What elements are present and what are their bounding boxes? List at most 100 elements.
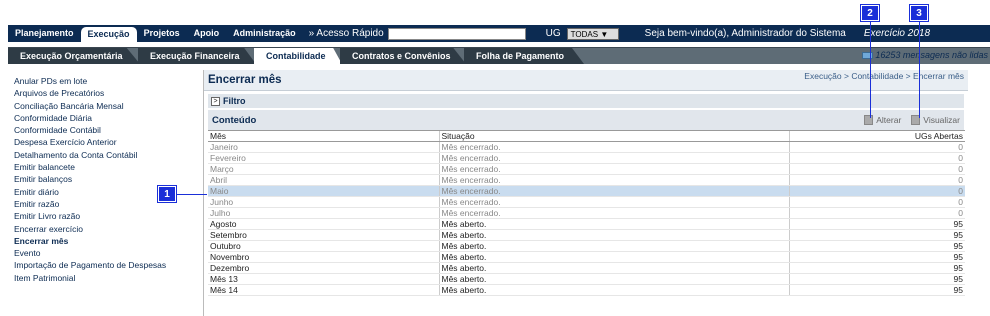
table-row[interactable]: Outubro Mês aberto. 95: [208, 240, 965, 252]
column-header-ugs[interactable]: UGs Abertas: [788, 130, 965, 142]
cell-mes: Dezembro: [208, 262, 439, 274]
mail-icon: [862, 52, 874, 60]
cell-situacao: Mês aberto.: [438, 229, 789, 241]
callout-3: 3: [909, 4, 929, 22]
cell-situacao: Mês encerrado.: [438, 174, 789, 186]
subtab-folha-pagamento[interactable]: Folha de Pagamento: [464, 48, 584, 64]
subtab-execucao-financeira[interactable]: Execução Financeira: [138, 48, 256, 64]
cell-situacao: Mês aberto.: [438, 240, 789, 252]
cell-situacao: Mês aberto.: [438, 218, 789, 230]
content-header: Conteúdo Alterar Visualizar: [208, 110, 964, 130]
table-row[interactable]: Novembro Mês aberto. 95: [208, 251, 965, 263]
actions-toolbar: Alterar Visualizar: [864, 115, 960, 125]
sidebar-item[interactable]: Emitir Livro razão: [8, 210, 196, 222]
table-row[interactable]: Julho Mês encerrado. 0: [208, 207, 965, 219]
tab-execucao[interactable]: Execução: [80, 27, 137, 42]
sidebar-item-active[interactable]: Encerrar mês: [8, 235, 196, 247]
main-content: Encerrar mês Execução > Contabilidade > …: [203, 70, 968, 316]
tab-administracao[interactable]: Administração: [226, 25, 303, 42]
cell-situacao: Mês aberto.: [438, 251, 789, 263]
cell-ugs: 95: [788, 240, 965, 252]
cell-ugs: 95: [788, 218, 965, 230]
table-row[interactable]: Fevereiro Mês encerrado. 0: [208, 152, 965, 164]
callout-2: 2: [860, 4, 880, 22]
cell-mes: Março: [208, 163, 439, 175]
quick-access-label: » Acesso Rápido: [308, 28, 384, 39]
table-row[interactable]: Junho Mês encerrado. 0: [208, 196, 965, 208]
table-row[interactable]: Dezembro Mês aberto. 95: [208, 262, 965, 274]
table-row[interactable]: Março Mês encerrado. 0: [208, 163, 965, 175]
cell-mes: Setembro: [208, 229, 439, 241]
sidebar-item[interactable]: Encerrar exercício: [8, 223, 196, 235]
callout-1-line: [177, 194, 207, 195]
cell-ugs: 95: [788, 262, 965, 274]
cell-situacao: Mês encerrado.: [438, 163, 789, 175]
table-row[interactable]: Agosto Mês aberto. 95: [208, 218, 965, 230]
cell-ugs: 95: [788, 251, 965, 263]
sidebar-item[interactable]: Evento: [8, 247, 196, 259]
cell-situacao: Mês aberto.: [438, 273, 789, 285]
sidebar-item[interactable]: Despesa Exercício Anterior: [8, 136, 196, 148]
sidebar-item[interactable]: Arquivos de Precatórios: [8, 87, 196, 99]
cell-ugs: 95: [788, 273, 965, 285]
table-row[interactable]: Maio Mês encerrado. 0: [208, 185, 965, 197]
ug-select-value: TODAS: [570, 29, 599, 39]
sidebar-item[interactable]: Conformidade Contábil: [8, 124, 196, 136]
subtab-execucao-orcamentaria[interactable]: Execução Orçamentária: [8, 48, 140, 64]
cell-ugs: 0: [788, 196, 965, 208]
sidebar-item[interactable]: Emitir balanços: [8, 173, 196, 185]
sidebar-item[interactable]: Detalhamento da Conta Contábil: [8, 149, 196, 161]
cell-mes: Mês 14: [208, 284, 439, 296]
quick-access-input[interactable]: [387, 27, 526, 40]
tab-planejamento[interactable]: Planejamento: [8, 25, 81, 42]
sidebar-item[interactable]: Conformidade Diária: [8, 112, 196, 124]
cell-situacao: Mês encerrado.: [438, 185, 789, 197]
cell-mes: Janeiro: [208, 141, 439, 153]
table-row[interactable]: Mês 14 Mês aberto. 95: [208, 284, 965, 296]
column-header-situacao[interactable]: Situação: [438, 130, 789, 142]
cell-situacao: Mês aberto.: [438, 262, 789, 274]
messages-count: 16253 mensagens não lidas: [875, 50, 988, 60]
cell-mes: Maio: [208, 185, 439, 197]
subtab-contratos-convenios[interactable]: Contratos e Convênios: [340, 48, 466, 64]
table-row[interactable]: Mês 13 Mês aberto. 95: [208, 273, 965, 285]
chevron-down-icon: ▼: [600, 29, 609, 39]
ug-select[interactable]: TODAS ▼: [566, 27, 619, 40]
filter-panel-toggle[interactable]: > Filtro: [208, 94, 964, 108]
cell-mes: Fevereiro: [208, 152, 439, 164]
ug-label: UG: [545, 28, 561, 39]
cell-ugs: 95: [788, 229, 965, 241]
sidebar-item[interactable]: Importação de Pagamento de Despesas: [8, 259, 196, 271]
cell-situacao: Mês encerrado.: [438, 196, 789, 208]
table-row[interactable]: Setembro Mês aberto. 95: [208, 229, 965, 241]
table-row[interactable]: Janeiro Mês encerrado. 0: [208, 141, 965, 153]
messages-link[interactable]: 16253 mensagens não lidas: [862, 50, 988, 60]
subtab-contabilidade[interactable]: Contabilidade: [254, 48, 342, 64]
cell-mes: Julho: [208, 207, 439, 219]
expand-icon: >: [211, 96, 220, 106]
cell-ugs: 0: [788, 152, 965, 164]
tab-projetos[interactable]: Projetos: [137, 25, 187, 42]
sidebar-item[interactable]: Conciliação Bancária Mensal: [8, 100, 196, 112]
table-row[interactable]: Abril Mês encerrado. 0: [208, 174, 965, 186]
visualizar-label: Visualizar: [923, 115, 960, 125]
cell-situacao: Mês encerrado.: [438, 141, 789, 153]
table-header-row: Mês Situação UGs Abertas: [208, 130, 965, 142]
filter-label: Filtro: [223, 96, 246, 106]
breadcrumb[interactable]: Execução > Contabilidade > Encerrar mês: [804, 71, 964, 81]
tab-apoio[interactable]: Apoio: [187, 25, 227, 42]
cell-situacao: Mês aberto.: [438, 284, 789, 296]
welcome-text: Seja bem-vindo(a), Administrador do Sist…: [644, 28, 846, 39]
cell-mes: Mês 13: [208, 273, 439, 285]
callout-1: 1: [157, 185, 177, 203]
sidebar-item[interactable]: Item Patrimonial: [8, 272, 196, 284]
cell-situacao: Mês encerrado.: [438, 207, 789, 219]
column-header-mes[interactable]: Mês: [208, 130, 439, 142]
sidebar-item[interactable]: Emitir balancete: [8, 161, 196, 173]
alterar-label: Alterar: [876, 115, 902, 125]
sidebar-item[interactable]: Anular PDs em lote: [8, 75, 196, 87]
cell-mes: Novembro: [208, 251, 439, 263]
cell-mes: Abril: [208, 174, 439, 186]
callout-3-line: [919, 22, 920, 118]
months-table: Mês Situação UGs Abertas Janeiro Mês ence…: [208, 130, 965, 296]
